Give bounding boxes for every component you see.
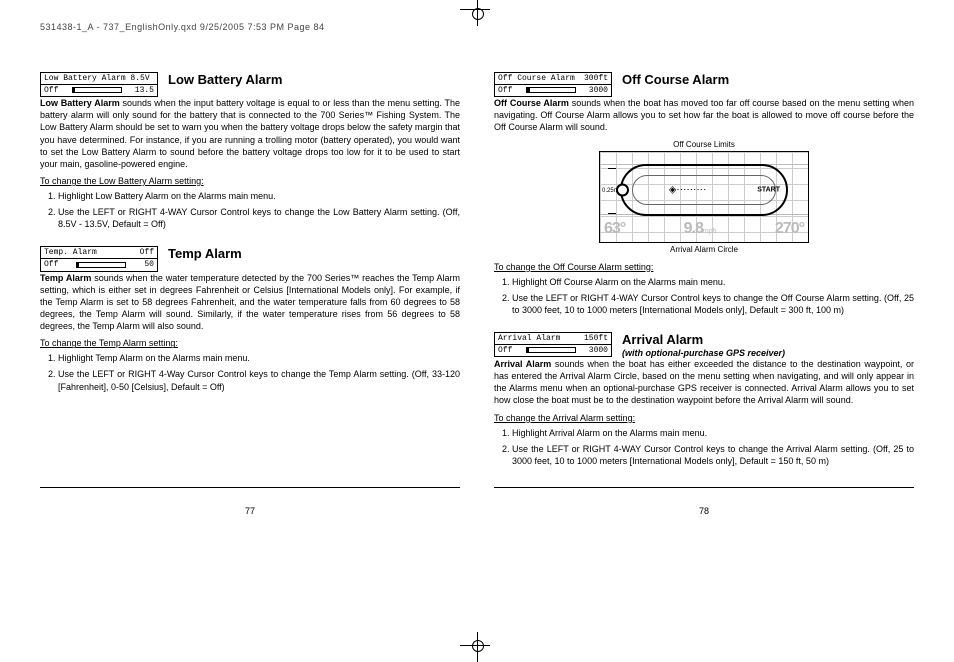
section-head: Low Battery Alarm 8.5V Off 13.5 Low Batt… [40,72,460,97]
section-arrival-alarm: Arrival Alarm 150ft Off 3000 Arrival Ala… [494,332,914,471]
figure-top-label: Off Course Limits [599,140,809,149]
body-text: Low Battery Alarm sounds when the input … [40,97,460,170]
left-footer: 77 [40,483,460,516]
section-title: Arrival Alarm [622,332,785,347]
body-text: Off Course Alarm sounds when the boat ha… [494,97,914,133]
lead-term: Arrival Alarm [494,359,551,369]
left-page: Low Battery Alarm 8.5V Off 13.5 Low Batt… [40,72,460,516]
crop-mark-bottom [470,638,484,652]
section-title: Low Battery Alarm [168,72,282,87]
widget-state: Off [44,86,58,96]
status-strip: 63° 9.8 mph 270° [604,220,804,238]
lead-term: Temp Alarm [40,273,91,283]
section-title: Temp Alarm [168,246,242,261]
speed-value: 9.8 [684,220,703,238]
instruction-title: To change the Arrival Alarm setting: [494,413,914,423]
step: Highlight Low Battery Alarm on the Alarm… [58,190,460,202]
figure-bottom-label: Arrival Alarm Circle [599,245,809,254]
widget-label: Arrival Alarm [498,334,560,344]
boat-icon: ◈⋯⋯⋯ [669,184,707,195]
widget-label: Temp. Alarm [44,248,97,258]
body-text: Temp Alarm sounds when the water tempera… [40,272,460,333]
right-page: Off Course Alarm 300ft Off 3000 Off Cour… [494,72,914,516]
widget-state: Off [44,260,58,270]
section-head: Off Course Alarm 300ft Off 3000 Off Cour… [494,72,914,97]
instruction-title: To change the Temp Alarm setting: [40,338,460,348]
footer-rule [40,487,460,488]
lead-term: Off Course Alarm [494,98,569,108]
slider-icon [72,87,122,93]
steps-list: Highlight Low Battery Alarm on the Alarm… [58,190,460,230]
section-head: Arrival Alarm 150ft Off 3000 Arrival Ala… [494,332,914,358]
menu-widget-offcourse: Off Course Alarm 300ft Off 3000 [494,72,612,97]
slider-icon [526,87,576,93]
section-title: Off Course Alarm [622,72,729,87]
course-value: 270° [775,220,804,238]
off-course-figure: Off Course Limits 0.25nm ◈⋯⋯⋯ START [599,140,809,254]
steps-list: Highlight Arrival Alarm on the Alarms ma… [512,427,914,467]
page-number: 78 [494,506,914,516]
widget-label: Low Battery Alarm 8.5V [44,74,150,84]
two-page-spread: Low Battery Alarm 8.5V Off 13.5 Low Batt… [40,72,914,516]
section-low-battery: Low Battery Alarm 8.5V Off 13.5 Low Batt… [40,72,460,234]
step: Use the LEFT or RIGHT 4-WAY Cursor Contr… [512,292,914,316]
step: Highlight Off Course Alarm on the Alarms… [512,276,914,288]
section-temp-alarm: Temp. Alarm Off Off 50 Temp Alarm Temp A… [40,246,460,396]
widget-label: Off Course Alarm [498,74,575,84]
waypoint-icon [616,183,629,196]
widget-state: Off [498,346,512,356]
body-rest: sounds when the boat has either exceeded… [494,359,914,405]
section-off-course: Off Course Alarm 300ft Off 3000 Off Cour… [494,72,914,320]
widget-state: Off [498,86,512,96]
page-number: 77 [40,506,460,516]
widget-top-right: 300ft [584,74,608,84]
section-head: Temp. Alarm Off Off 50 Temp Alarm [40,246,460,271]
step: Use the LEFT or RIGHT 4-WAY Cursor Contr… [58,206,460,230]
widget-max: 3000 [589,86,608,96]
instruction-title: To change the Low Battery Alarm setting: [40,176,460,186]
menu-widget-low-battery: Low Battery Alarm 8.5V Off 13.5 [40,72,158,97]
widget-max: 50 [144,260,154,270]
step: Use the LEFT or RIGHT 4-WAY Cursor Contr… [512,443,914,467]
widget-top-right: Off [140,248,154,258]
lead-term: Low Battery Alarm [40,98,120,108]
body-rest: sounds when the input battery voltage is… [40,98,460,169]
body-text: Arrival Alarm sounds when the boat has e… [494,358,914,407]
steps-list: Highlight Off Course Alarm on the Alarms… [512,276,914,316]
body-rest: sounds when the water temperature detect… [40,273,460,332]
footer-rule [494,487,914,488]
menu-widget-temp: Temp. Alarm Off Off 50 [40,246,158,271]
figure-frame: 0.25nm ◈⋯⋯⋯ START 63° 9.8 [599,151,809,243]
heading-value: 63° [604,220,625,238]
speed-unit: mph [703,228,717,235]
steps-list: Highlight Temp Alarm on the Alarms main … [58,352,460,392]
step: Use the LEFT or RIGHT 4-Way Cursor Contr… [58,368,460,392]
right-footer: 78 [494,483,914,516]
slider-icon [76,262,126,268]
page-spread: 531438-1_A - 737_EnglishOnly.qxd 9/25/20… [0,0,954,658]
widget-max: 3000 [589,346,608,356]
crop-mark-top [470,6,484,20]
widget-top-right: 150ft [584,334,608,344]
step: Highlight Arrival Alarm on the Alarms ma… [512,427,914,439]
widget-max: 13.5 [135,86,154,96]
course-corridor: ◈⋯⋯⋯ START [620,164,788,216]
menu-widget-arrival: Arrival Alarm 150ft Off 3000 [494,332,612,357]
start-label: START [757,186,780,193]
instruction-title: To change the Off Course Alarm setting: [494,262,914,272]
slider-icon [526,347,576,353]
step: Highlight Temp Alarm on the Alarms main … [58,352,460,364]
section-subtitle: (with optional-purchase GPS receiver) [622,348,785,358]
